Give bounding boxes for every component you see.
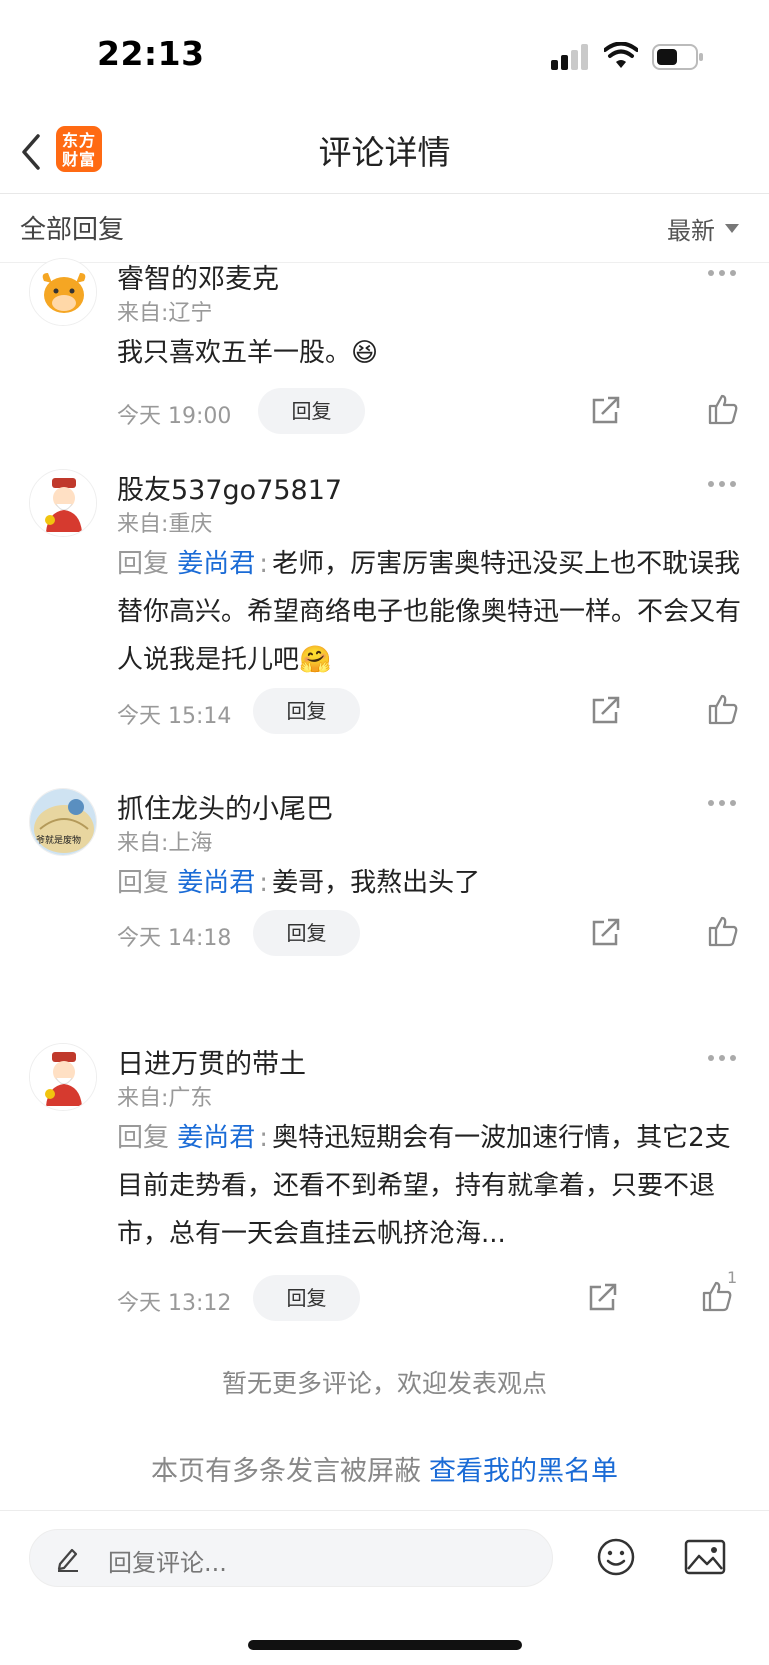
mention-link[interactable]: 姜尚君 (177, 868, 255, 898)
location-label: 来自:广东 (117, 1086, 213, 1111)
share-icon[interactable] (590, 916, 622, 948)
username[interactable]: 股友537go75817 (117, 468, 342, 507)
reply-button[interactable]: 回复 (253, 1275, 360, 1321)
sort-dropdown[interactable]: 最新 (667, 211, 739, 246)
timestamp: 今天 19:00 (117, 404, 232, 429)
emoji-icon[interactable] (596, 1537, 636, 1577)
cellular-signal-icon (551, 44, 588, 70)
wifi-icon (604, 42, 638, 68)
status-time: 22:13 (97, 34, 205, 73)
thumbs-up-icon[interactable] (706, 692, 740, 726)
comment-item: 睿智的邓麦克 来自:辽宁 我只喜欢五羊一股。😆 今天 19:00 回复 (0, 255, 769, 455)
reply-prefix: 回复 (117, 1123, 170, 1153)
timestamp: 今天 13:12 (117, 1291, 232, 1316)
reply-comment-input[interactable]: 回复评论... (29, 1529, 553, 1587)
battery-icon (652, 44, 703, 70)
reply-button[interactable]: 回复 (258, 388, 365, 434)
comment-item: 日进万贯的带土 来自:广东 回复 姜尚君: 奥特迅短期会有一波加速行情，其它2支目… (0, 1040, 769, 1330)
timestamp: 今天 15:14 (117, 704, 232, 729)
status-bar: 22:13 (0, 0, 769, 110)
all-replies-label: 全部回复 (20, 215, 125, 245)
view-blacklist-link[interactable]: 查看我的黑名单 (429, 1456, 618, 1487)
colon: : (259, 1123, 269, 1153)
home-indicator (248, 1640, 522, 1650)
reply-placeholder: 回复评论... (108, 1549, 227, 1577)
comment-item: 爷就是废物 抓住龙头的小尾巴 来自:上海 回复 姜尚君: 姜哥，我熬出头了 今天 … (0, 785, 769, 985)
location-label: 来自:辽宁 (117, 301, 213, 326)
avatar[interactable] (29, 258, 97, 326)
more-options-icon[interactable] (707, 269, 737, 277)
comment-text: 回复 姜尚君: 姜哥，我熬出头了 (117, 868, 481, 898)
no-more-comments-text: 暂无更多评论，欢迎发表观点 (221, 1369, 547, 1398)
blocked-notice: 本页有多条发言被屏蔽 查看我的黑名单 (0, 1449, 769, 1488)
avatar[interactable]: 爷就是废物 (29, 788, 97, 856)
page-title: 评论详情 (318, 133, 451, 172)
filter-bar: 全部回复 最新 (0, 195, 769, 263)
sort-label: 最新 (667, 217, 715, 245)
username[interactable]: 睿智的邓麦克 (117, 257, 279, 296)
mention-link[interactable]: 姜尚君 (177, 1123, 255, 1153)
pen-icon (57, 1548, 78, 1572)
caret-down-icon (725, 224, 739, 233)
bottom-input-bar: 回复评论... (0, 1510, 769, 1665)
comment-item: 股友537go75817 来自:重庆 回复 姜尚君: 老师，厉害厉害奥特迅没买上也… (0, 466, 769, 766)
thumbs-up-icon[interactable] (706, 914, 740, 948)
share-icon[interactable] (590, 394, 622, 426)
colon: : (259, 868, 269, 898)
comment-text: 回复 姜尚君: 老师，厉害厉害奥特迅没买上也不耽误我替你高兴。希望商络电子也能像奥… (117, 549, 742, 675)
reply-prefix: 回复 (117, 868, 170, 898)
blocked-text: 本页有多条发言被屏蔽 (151, 1456, 421, 1487)
location-label: 来自:上海 (117, 831, 213, 856)
avatar[interactable] (29, 1043, 97, 1111)
bull-avatar-icon (30, 259, 96, 325)
share-icon[interactable] (587, 1281, 619, 1313)
reply-button[interactable]: 回复 (253, 688, 360, 734)
fortune-god-avatar-icon (30, 470, 96, 536)
more-options-icon[interactable] (707, 480, 737, 488)
thumbs-up-icon[interactable] (706, 392, 740, 426)
colon: : (259, 549, 269, 579)
nav-bar: 东方 财富 评论详情 (0, 110, 769, 194)
more-options-icon[interactable] (707, 799, 737, 807)
like-count: 1 (727, 1268, 738, 1287)
fortune-god-avatar-icon (30, 1044, 96, 1110)
comment-text: 我只喜欢五羊一股。😆 (117, 338, 379, 368)
share-icon[interactable] (590, 694, 622, 726)
reply-button[interactable]: 回复 (253, 910, 360, 956)
mention-link[interactable]: 姜尚君 (177, 549, 255, 579)
reply-prefix: 回复 (117, 549, 170, 579)
comment-text: 回复 姜尚君: 奥特迅短期会有一波加速行情，其它2支目前走势看，还看不到希望，持有… (117, 1123, 731, 1249)
username[interactable]: 日进万贯的带土 (117, 1042, 306, 1081)
avatar[interactable] (29, 469, 97, 537)
avatar-caption: 爷就是废物 (36, 836, 82, 846)
location-label: 来自:重庆 (117, 512, 213, 537)
username[interactable]: 抓住龙头的小尾巴 (117, 787, 333, 826)
more-options-icon[interactable] (707, 1054, 737, 1062)
timestamp: 今天 14:18 (117, 926, 232, 951)
image-icon[interactable] (684, 1539, 726, 1575)
